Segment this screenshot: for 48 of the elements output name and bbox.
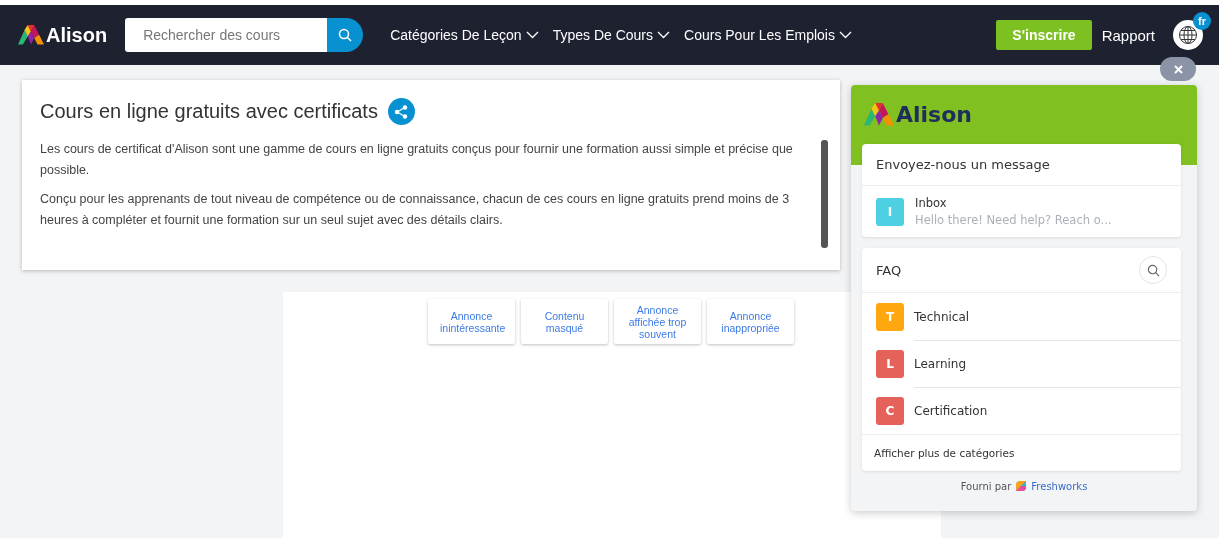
logo-icon: [18, 25, 44, 45]
inbox-item[interactable]: I Inbox Hello there! Need help? Reach o...: [862, 186, 1181, 237]
nav-menu[interactable]: Catégories De Leçon: [390, 27, 539, 43]
share-icon: [394, 104, 409, 119]
chevron-down-icon: [525, 31, 539, 39]
chevron-down-icon: [657, 31, 671, 39]
scrollbar[interactable]: [821, 140, 828, 248]
powered-by-text: Fourni par: [960, 480, 1012, 492]
intro-paragraph: Conçu pour les apprenants de tout niveau de compétence ou de connaissance, chacun de ces cours en ligne gratuits prend moins de 3 heures à compléter et fournit une formation sur un seul sujet avec des détails clairs.: [40, 191, 791, 229]
search-button[interactable]: [327, 18, 364, 52]
chevron-down-icon: [839, 31, 852, 39]
share-button[interactable]: [387, 98, 415, 125]
ad-feedback-button[interactable]: Contenu masqué: [521, 299, 608, 344]
faq-category[interactable]: C Certification: [862, 387, 1181, 434]
search-field[interactable]: Rechercher des cours: [125, 18, 328, 52]
logo-icon: [864, 103, 894, 126]
report-link[interactable]: Rapport: [1101, 26, 1155, 44]
search-icon: [338, 28, 353, 42]
faq-category[interactable]: T Technical: [862, 293, 1181, 340]
category-avatar: C: [876, 396, 904, 425]
faq-category[interactable]: L Learning: [862, 340, 1181, 387]
close-icon: [1173, 64, 1183, 74]
inbox-preview: Hello there! Need help? Reach o...: [915, 213, 1112, 227]
ad-feedback-button[interactable]: Annonce affichée trop souvent: [614, 299, 701, 344]
nav-menu[interactable]: Cours Pour Les Emplois: [684, 27, 852, 43]
logo-text[interactable]: Alison: [46, 23, 108, 47]
ad-feedback-button[interactable]: Annonce inintéressante: [428, 299, 515, 344]
inbox-avatar: I: [876, 197, 904, 226]
faq-title: FAQ: [876, 262, 902, 278]
brand-icon: [1015, 480, 1028, 492]
category-label: Learning: [914, 339, 1181, 388]
brand-link[interactable]: Freshworks: [1031, 480, 1088, 492]
globe-icon: [1178, 25, 1198, 45]
page-title: Cours en ligne gratuits avec certificats: [40, 100, 378, 123]
category-avatar: T: [876, 302, 904, 331]
inbox-title: Inbox: [915, 196, 948, 210]
close-button[interactable]: [1160, 57, 1196, 81]
intro-paragraph: Les cours de certificat d'Alison sont une gamme de cours en ligne gratuits conçus pour fournir une formation aussi simple et précise que possible.: [40, 141, 794, 179]
nav-menu[interactable]: Types De Cours: [552, 27, 671, 43]
search-icon: [1146, 263, 1160, 277]
more-categories-link[interactable]: Afficher plus de catégories: [862, 434, 1181, 471]
logo-text: Alison: [896, 103, 972, 127]
category-avatar: L: [876, 349, 904, 378]
category-label: Certification: [914, 386, 1181, 435]
language-badge: fr: [1193, 12, 1211, 30]
ad-feedback-button[interactable]: Annonce inappropriée: [707, 299, 794, 344]
message-title: Envoyez-nous un message: [862, 144, 1181, 186]
category-label: Technical: [914, 308, 971, 326]
